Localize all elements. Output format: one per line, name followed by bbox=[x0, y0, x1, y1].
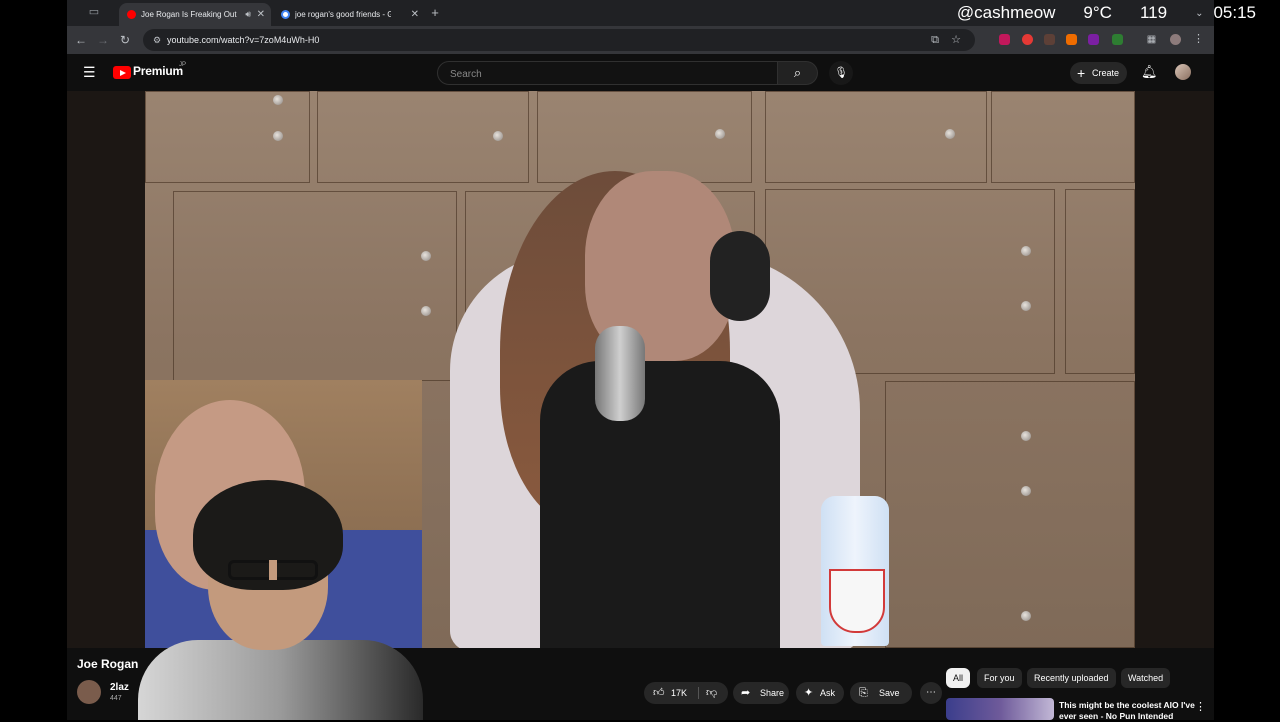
subscriber-count: 447 bbox=[110, 695, 122, 702]
sparkle-icon: ✦ bbox=[804, 687, 814, 699]
lock-knob bbox=[273, 131, 283, 141]
youtube-brand[interactable]: Premium bbox=[133, 64, 183, 78]
hamburger-menu-icon[interactable]: ☰ bbox=[83, 65, 97, 79]
notifications-bell-icon[interactable]: 🔔︎ bbox=[1141, 64, 1158, 80]
streamer-handle: @cashmeow bbox=[956, 3, 1056, 22]
install-app-icon[interactable]: ⧉ bbox=[931, 29, 939, 51]
share-button[interactable]: ➦ Share bbox=[733, 682, 789, 704]
lock-knob bbox=[1021, 431, 1031, 441]
chip-recently-uploaded[interactable]: Recently uploaded bbox=[1027, 668, 1116, 688]
recommendation-menu-icon[interactable]: ⋮ bbox=[1195, 700, 1206, 713]
tab-title: Joe Rogan Is Freaking Out bbox=[141, 10, 237, 19]
save-bookmark-icon: ⎘ bbox=[859, 687, 868, 699]
lockbox bbox=[1065, 189, 1135, 374]
counter: 119 bbox=[1139, 3, 1168, 22]
lockbox bbox=[885, 381, 1135, 648]
lockbox bbox=[173, 191, 457, 381]
chip-watched[interactable]: Watched bbox=[1121, 668, 1171, 688]
like-icon[interactable]: 👍︎ bbox=[653, 682, 665, 704]
site-info-icon[interactable]: ⚙ bbox=[149, 32, 165, 48]
plus-icon: + bbox=[1077, 65, 1086, 81]
speaker-body bbox=[540, 361, 780, 648]
extension-4-icon[interactable] bbox=[1066, 34, 1077, 45]
search-box[interactable] bbox=[437, 61, 778, 86]
youtube-logo-icon[interactable] bbox=[113, 66, 131, 79]
save-button[interactable]: ⎘ Save bbox=[850, 682, 912, 704]
chevron-down-icon[interactable]: ⌄ bbox=[1195, 8, 1203, 19]
chip-for-you[interactable]: For you bbox=[977, 668, 1022, 688]
browser-menu-icon[interactable]: ⋮ bbox=[1193, 34, 1204, 45]
new-tab-button[interactable]: + bbox=[427, 3, 443, 23]
youtube-favicon-icon bbox=[127, 10, 136, 19]
tab-title: joe rogan's good friends - Go bbox=[295, 10, 391, 19]
create-button[interactable]: + Create bbox=[1070, 62, 1127, 84]
lock-knob bbox=[273, 95, 283, 105]
url-text[interactable]: youtube.com/watch?v=7zoM4uWh-H0 bbox=[167, 29, 319, 51]
podcast-microphone bbox=[595, 326, 645, 421]
extension-6-icon[interactable] bbox=[1112, 34, 1123, 45]
temperature: 9°C bbox=[1083, 3, 1112, 22]
extension-2-icon[interactable] bbox=[1022, 34, 1033, 45]
ask-label: Ask bbox=[820, 688, 836, 698]
back-icon[interactable]: ← bbox=[73, 32, 89, 48]
lock-knob bbox=[1021, 301, 1031, 311]
extensions-puzzle-icon[interactable]: ▦ bbox=[1146, 34, 1157, 45]
save-label: Save bbox=[879, 688, 900, 698]
headphones bbox=[710, 231, 770, 321]
tab-inactive[interactable]: joe rogan's good friends - Go ✕ bbox=[273, 3, 425, 26]
bookmark-star-icon[interactable]: ☆ bbox=[951, 29, 961, 51]
divider bbox=[698, 687, 699, 699]
dislike-icon[interactable]: 👎︎ bbox=[706, 682, 717, 704]
recommendation-title[interactable]: This might be the coolest AIO I've ever … bbox=[1059, 700, 1195, 722]
share-icon: ➦ bbox=[741, 687, 751, 699]
webcam-glasses bbox=[228, 560, 318, 580]
lock-knob bbox=[715, 129, 725, 139]
omnibox[interactable]: ⚙ youtube.com/watch?v=7zoM4uWh-H0 ⧉ ☆ bbox=[143, 29, 975, 51]
webcam-shirt bbox=[138, 640, 423, 720]
google-favicon-icon bbox=[281, 10, 290, 19]
search-button[interactable]: ⌕ bbox=[778, 61, 818, 85]
lock-knob bbox=[1021, 611, 1031, 621]
region-code: JP bbox=[179, 62, 187, 68]
lock-knob bbox=[1021, 486, 1031, 496]
address-toolbar: ← → ↻ ⚙ youtube.com/watch?v=7zoM4uWh-H0 … bbox=[67, 26, 1214, 54]
search-input[interactable] bbox=[448, 62, 772, 86]
ask-button[interactable]: ✦ Ask bbox=[796, 682, 844, 704]
more-actions-icon[interactable]: ⋯ bbox=[920, 682, 942, 704]
lock-knob bbox=[493, 131, 503, 141]
lockbox bbox=[991, 91, 1135, 183]
close-tab-icon[interactable]: ✕ bbox=[411, 3, 419, 26]
channel-avatar[interactable] bbox=[77, 680, 101, 704]
like-dislike-group: 👍︎ 17K 👎︎ bbox=[644, 682, 728, 704]
recommendation-thumbnail[interactable] bbox=[946, 698, 1054, 720]
youtube-header: ☰ Premium JP ⌕ 🎙︎ + Create 🔔︎ bbox=[67, 54, 1214, 91]
extension-5-icon[interactable] bbox=[1088, 34, 1099, 45]
account-avatar[interactable] bbox=[1175, 64, 1191, 80]
tab-active[interactable]: Joe Rogan Is Freaking Out 🔊︎ ✕ bbox=[119, 3, 271, 26]
voice-search-icon[interactable]: 🎙︎ bbox=[829, 61, 853, 85]
channel-name[interactable]: 2laz bbox=[110, 682, 129, 693]
reload-icon[interactable]: ↻ bbox=[117, 32, 133, 48]
forward-icon[interactable]: → bbox=[95, 32, 111, 48]
system-overlay: @cashmeow 9°C 119 ⌄ 05:15 bbox=[957, 0, 1256, 26]
lock-knob bbox=[421, 306, 431, 316]
create-label: Create bbox=[1092, 68, 1120, 78]
clock: 05:15 bbox=[1213, 3, 1256, 22]
lock-knob bbox=[945, 129, 955, 139]
extension-3-icon[interactable] bbox=[1044, 34, 1055, 45]
like-count[interactable]: 17K bbox=[671, 682, 687, 704]
extension-1-icon[interactable] bbox=[999, 34, 1010, 45]
profile-icon[interactable] bbox=[1170, 34, 1181, 45]
close-tab-icon[interactable]: ✕ bbox=[257, 3, 265, 26]
speaker-icon[interactable]: 🔊︎ bbox=[245, 3, 251, 26]
chip-all[interactable]: All bbox=[946, 668, 971, 688]
tab-search-icon[interactable]: ▭ bbox=[87, 6, 101, 18]
webcam-overlay bbox=[128, 470, 423, 720]
lock-knob bbox=[1021, 246, 1031, 256]
lockbox bbox=[145, 91, 310, 183]
bottle-label bbox=[829, 569, 885, 633]
share-label: Share bbox=[760, 688, 785, 698]
lock-knob bbox=[421, 251, 431, 261]
